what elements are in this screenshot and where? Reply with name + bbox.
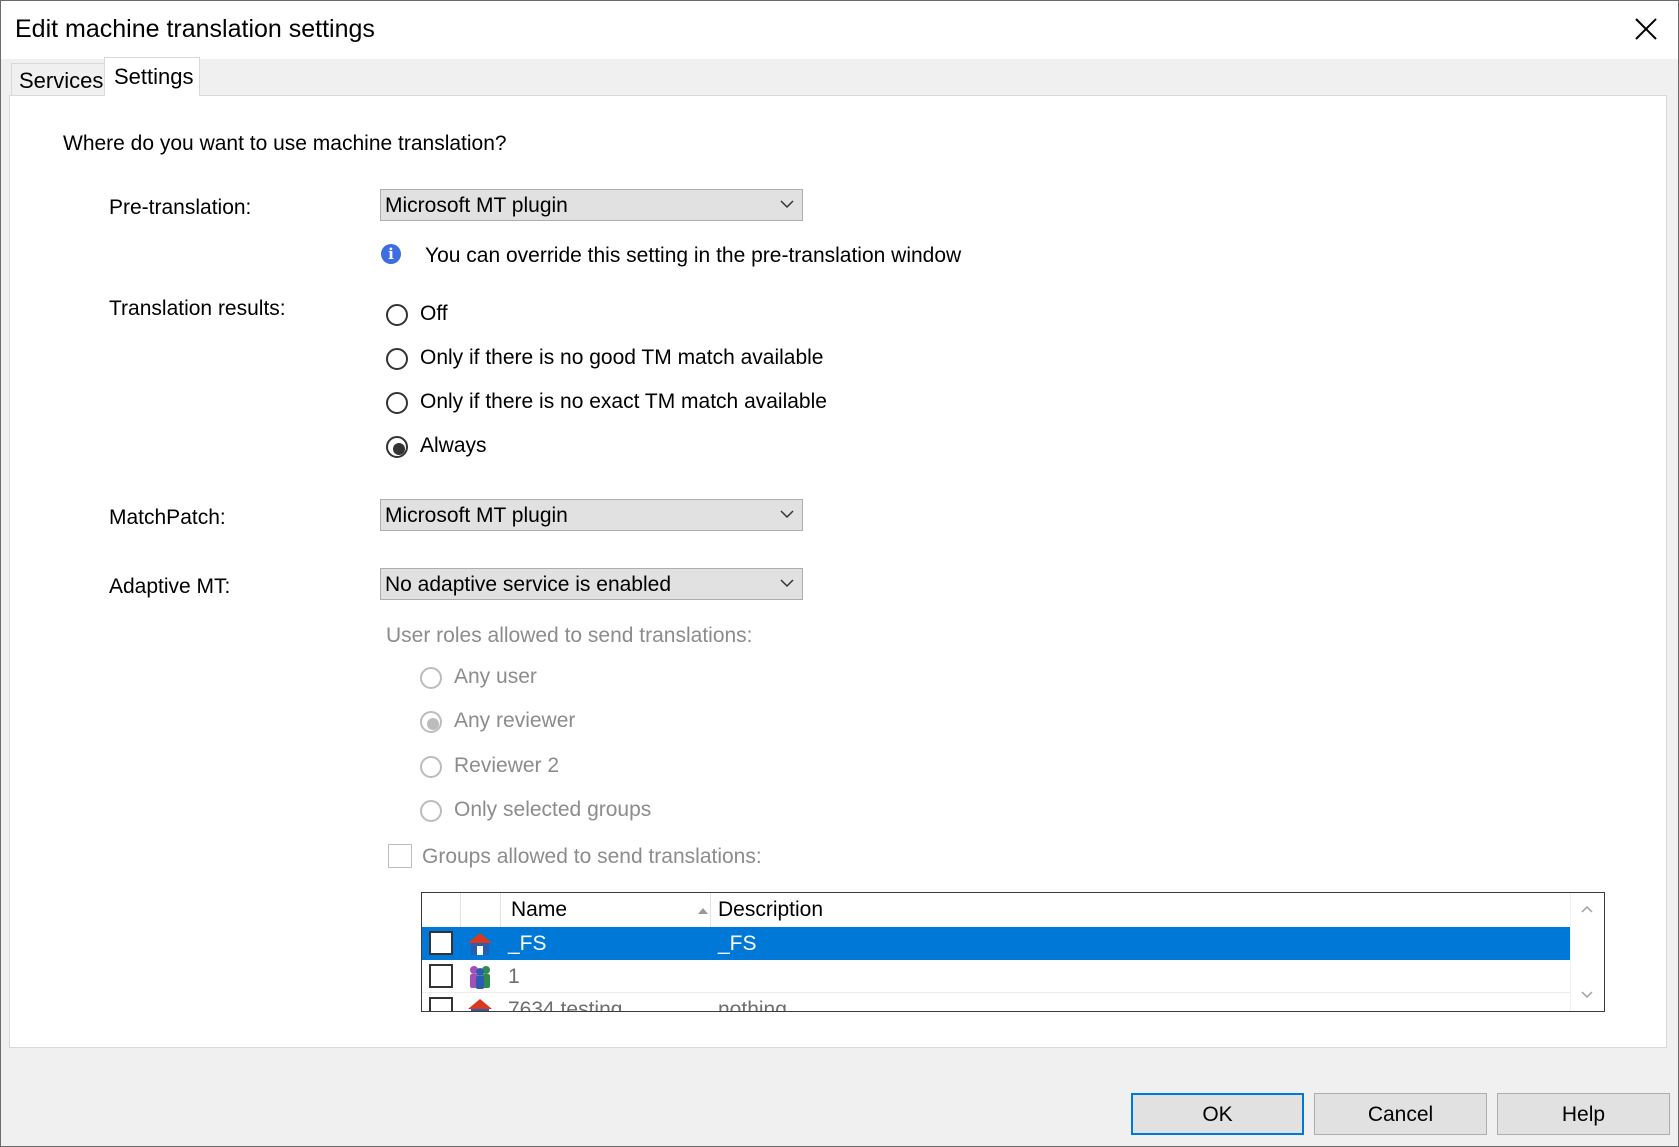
group-users-icon [470,966,490,989]
radio-circle [386,348,408,370]
row-checkbox[interactable] [429,931,453,955]
adaptive-mt-dropdown[interactable]: No adaptive service is enabled [380,568,803,600]
matchpatch-label: MatchPatch: [109,506,226,529]
row-description: _FS [718,932,757,955]
pretranslation-info-text: You can override this setting in the pre… [425,244,962,267]
close-icon [1635,18,1657,40]
radio-circle [386,392,408,414]
radio-label: Always [420,434,487,457]
radio-label: Only if there is no good TM match availa… [420,346,824,369]
house-icon [468,999,492,1011]
help-button[interactable]: Help [1497,1093,1670,1135]
dialog-title: Edit machine translation settings [15,15,375,43]
radio-circle [420,756,442,778]
radio-circle [420,800,442,822]
radio-circle [386,304,408,326]
radio-label: Any reviewer [454,709,576,732]
tab-settings[interactable]: Settings [104,57,200,96]
close-button[interactable] [1614,1,1678,59]
chevron-down-icon [780,579,794,588]
radio-label: Off [420,302,448,325]
matchpatch-value: Microsoft MT plugin [385,504,568,527]
table-row[interactable]: 7634 testing nothing [422,993,1571,1012]
table-header: Name Description [422,893,1571,928]
pretranslation-value: Microsoft MT plugin [385,194,568,217]
row-name: _FS [508,932,547,955]
radio-circle [420,711,442,733]
row-description: nothing [718,998,787,1012]
scroll-down-icon[interactable] [1581,991,1593,999]
radio-circle [386,436,408,458]
radio-label: Any user [454,665,537,688]
house-icon [468,933,492,955]
pretranslation-dropdown[interactable]: Microsoft MT plugin [380,189,803,221]
column-separator [460,893,461,927]
column-separator [710,893,711,927]
column-header-description[interactable]: Description [718,898,823,922]
column-separator [500,893,501,927]
groups-allowed-label: Groups allowed to send translations: [422,845,762,868]
sort-ascending-icon [698,908,708,914]
radio-label: Reviewer 2 [454,754,560,777]
user-roles-label: User roles allowed to send translations: [386,624,753,647]
column-header-name[interactable]: Name [511,898,567,922]
title-bar: Edit machine translation settings [1,1,1678,59]
chevron-down-icon [780,510,794,519]
scroll-up-icon[interactable] [1581,905,1593,913]
radio-label: Only selected groups [454,798,652,821]
row-checkbox[interactable] [429,997,453,1011]
row-name: 1 [508,965,520,988]
row-name: 7634 testing [508,998,623,1012]
radio-label: Only if there is no exact TM match avail… [420,390,827,413]
info-icon: i [381,244,401,264]
chevron-down-icon [780,200,794,209]
question-text: Where do you want to use machine transla… [63,132,507,155]
tab-services[interactable]: Services [11,63,106,96]
adaptive-mt-value: No adaptive service is enabled [385,573,672,596]
vertical-scrollbar[interactable] [1570,893,1604,1011]
translation-results-label: Translation results: [109,297,286,320]
table-row[interactable]: _FS _FS [422,927,1571,960]
table-row[interactable]: 1 [422,960,1571,993]
cancel-button[interactable]: Cancel [1314,1093,1487,1135]
groups-table: Name Description _FS _FS 1 7634 testing … [421,892,1605,1012]
groups-allowed-checkbox[interactable] [388,844,412,868]
pretranslation-label: Pre-translation: [109,196,252,219]
radio-circle [420,667,442,689]
matchpatch-dropdown[interactable]: Microsoft MT plugin [380,499,803,531]
ok-button[interactable]: OK [1131,1093,1304,1135]
row-checkbox[interactable] [429,964,453,988]
radio-dot [427,718,439,730]
dialog-window: Edit machine translation settings Servic… [0,0,1679,1147]
radio-dot [393,443,405,455]
adaptive-mt-label: Adaptive MT: [109,575,231,598]
